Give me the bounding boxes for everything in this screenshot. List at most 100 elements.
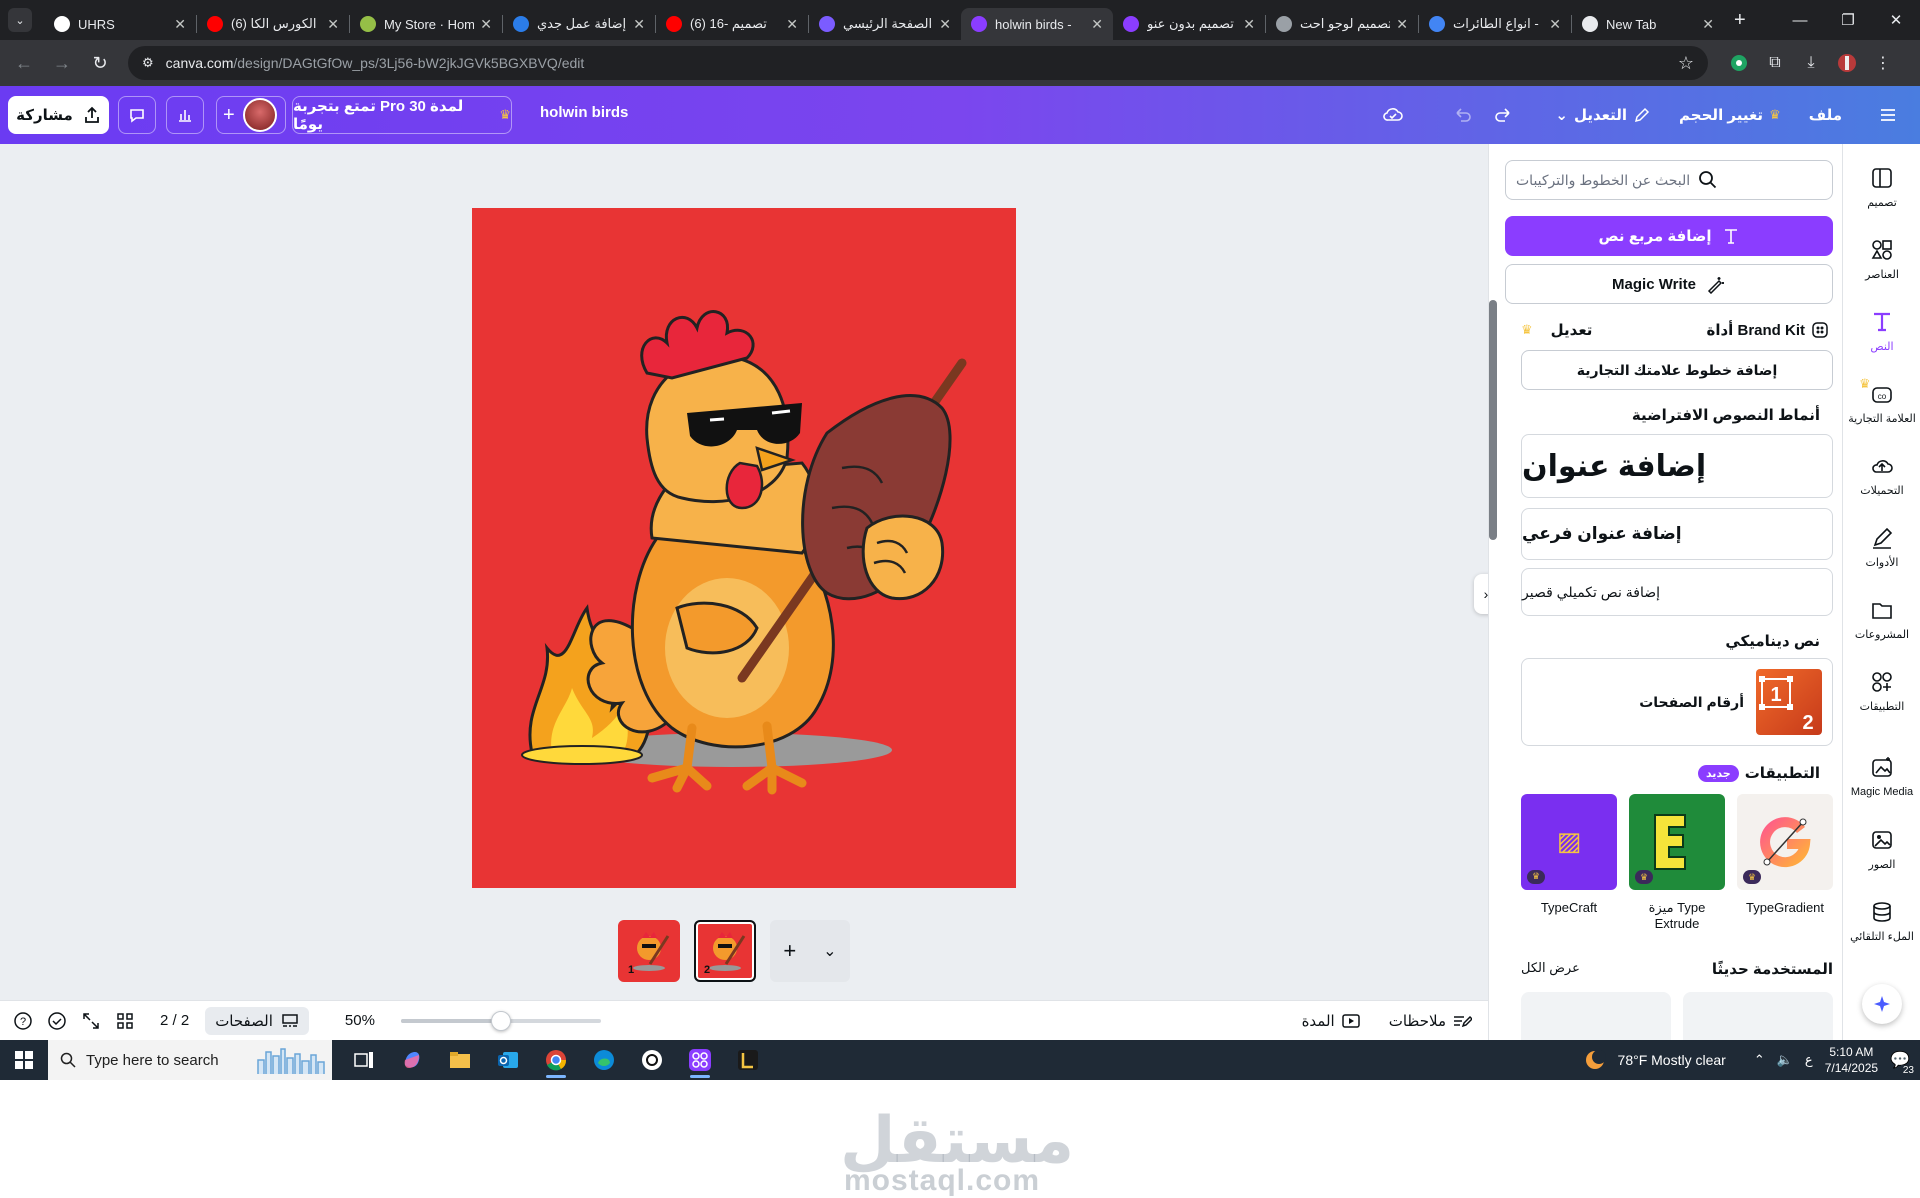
rooster-illustration[interactable] bbox=[472, 208, 1016, 888]
task-view-icon[interactable] bbox=[340, 1040, 388, 1080]
site-info-icon[interactable]: ⚙ bbox=[142, 55, 154, 71]
grid-view-icon[interactable] bbox=[114, 1010, 136, 1032]
insights-button[interactable] bbox=[166, 96, 204, 134]
file-explorer-icon[interactable] bbox=[436, 1040, 484, 1080]
rail-item[interactable]: الملء التلقائي bbox=[1843, 898, 1920, 943]
tab-close-icon[interactable]: ✕ bbox=[480, 16, 492, 33]
hamburger-menu-icon[interactable] bbox=[1868, 95, 1908, 135]
volume-icon[interactable]: 🔈 bbox=[1777, 1052, 1793, 1068]
cloud-saved-icon[interactable] bbox=[1373, 95, 1413, 135]
profile-avatar-icon[interactable] bbox=[1836, 52, 1858, 74]
add-brand-fonts-button[interactable]: إضافة خطوط علامتك التجارية bbox=[1521, 350, 1833, 390]
see-all-link[interactable]: عرض الكل bbox=[1521, 960, 1580, 978]
recent-card[interactable] bbox=[1521, 992, 1671, 1040]
taskbar-search-input[interactable]: Type here to search bbox=[48, 1040, 332, 1080]
resize-menu[interactable]: تغيير الحجم ♛ bbox=[1665, 106, 1795, 124]
outlook-icon[interactable] bbox=[484, 1040, 532, 1080]
add-heading-style[interactable]: إضافة عنوان bbox=[1521, 434, 1833, 498]
page-numbers-item[interactable]: أرقام الصفحات 12 bbox=[1521, 658, 1833, 746]
minimize-button[interactable]: — bbox=[1776, 0, 1824, 40]
rail-item[interactable]: تصميم bbox=[1843, 164, 1920, 209]
extensions-puzzle-icon[interactable]: ⧉ bbox=[1764, 52, 1786, 74]
app-type-extrude[interactable]: ♛ ميزة Type Extrude bbox=[1629, 794, 1725, 931]
tray-chevron-up-icon[interactable]: ⌃ bbox=[1754, 1052, 1765, 1068]
page-thumbnail[interactable]: 2 bbox=[694, 920, 756, 982]
browser-tab[interactable]: holwin birds - ✕ bbox=[961, 8, 1113, 40]
pro-trial-button[interactable]: تمتع بتجربة Pro لمدة 30 يومًا ♛ bbox=[292, 96, 512, 134]
new-tab-button[interactable]: + bbox=[1734, 9, 1746, 32]
browser-tab[interactable]: (6) الكورس الكا ✕ bbox=[197, 8, 349, 40]
weather-text[interactable]: 78°F Mostly clear bbox=[1618, 1052, 1726, 1068]
redo-icon[interactable] bbox=[1483, 95, 1523, 135]
undo-icon[interactable] bbox=[1443, 95, 1483, 135]
browser-tab[interactable]: My Store · Hom ✕ bbox=[350, 8, 502, 40]
tab-close-icon[interactable]: ✕ bbox=[1243, 16, 1255, 33]
duration-button[interactable]: المدة bbox=[1302, 1012, 1361, 1030]
tab-close-icon[interactable]: ✕ bbox=[1702, 16, 1714, 33]
rail-item[interactable]: ♛ co العلامة التجارية bbox=[1843, 376, 1920, 425]
browser-tab[interactable]: الصفحة الرئيسي ✕ bbox=[809, 8, 961, 40]
recent-card[interactable] bbox=[1683, 992, 1833, 1040]
check-circle-icon[interactable] bbox=[46, 1010, 68, 1032]
close-window-button[interactable]: ✕ bbox=[1872, 0, 1920, 40]
pages-button[interactable]: الصفحات bbox=[205, 1006, 309, 1035]
tab-close-icon[interactable]: ✕ bbox=[327, 16, 339, 33]
share-button[interactable]: مشاركة bbox=[8, 96, 109, 134]
edge-icon[interactable] bbox=[580, 1040, 628, 1080]
add-page-button[interactable]: + ⌄ bbox=[770, 920, 850, 982]
app-typecraft[interactable]: ▨ ♛ TypeCraft bbox=[1521, 794, 1617, 931]
browser-tab[interactable]: UHRS ✕ bbox=[44, 8, 196, 40]
tab-close-icon[interactable]: ✕ bbox=[633, 16, 645, 33]
rail-item[interactable]: التطبيقات bbox=[1843, 668, 1920, 713]
tab-close-icon[interactable]: ✕ bbox=[1091, 16, 1103, 33]
browser-tab[interactable]: تصميم بدون عنو ✕ bbox=[1113, 8, 1265, 40]
rail-item[interactable]: الأدوات bbox=[1843, 524, 1920, 569]
chrome-icon[interactable] bbox=[532, 1040, 580, 1080]
zoom-slider-handle[interactable] bbox=[490, 1010, 511, 1031]
tab-search-dropdown[interactable]: ⌄ bbox=[8, 8, 32, 32]
add-textbox-button[interactable]: إضافة مربع نص bbox=[1505, 216, 1833, 256]
notifications-icon[interactable]: 💬 23 bbox=[1890, 1050, 1916, 1076]
tab-close-icon[interactable]: ✕ bbox=[786, 16, 798, 33]
rail-item[interactable]: التحميلات bbox=[1843, 452, 1920, 497]
address-bar[interactable]: ⚙ canva.com/design/DAGtGfOw_ps/3Lj56-bW2… bbox=[128, 46, 1708, 80]
brand-kit-selector[interactable]: أداة Brand Kit bbox=[1706, 321, 1829, 339]
weather-icon[interactable] bbox=[1584, 1049, 1606, 1071]
rail-item[interactable]: المشروعات bbox=[1843, 596, 1920, 641]
browser-tab[interactable]: إضافة عمل جدي ✕ bbox=[503, 8, 655, 40]
chatgpt-icon[interactable] bbox=[628, 1040, 676, 1080]
browser-tab[interactable]: انواع الطائرات - ✕ bbox=[1419, 8, 1571, 40]
add-body-text-style[interactable]: إضافة نص تكميلي قصير bbox=[1521, 568, 1833, 616]
design-title[interactable]: holwin birds bbox=[540, 104, 628, 121]
tab-close-icon[interactable]: ✕ bbox=[1549, 16, 1561, 33]
tab-close-icon[interactable]: ✕ bbox=[939, 16, 951, 33]
windows-start-icon[interactable] bbox=[0, 1040, 48, 1080]
page-thumbnail[interactable]: 1 bbox=[618, 920, 680, 982]
rail-item[interactable]: العناصر bbox=[1843, 236, 1920, 281]
rail-item[interactable]: Magic Media bbox=[1843, 754, 1920, 798]
app-l-icon[interactable] bbox=[724, 1040, 772, 1080]
copilot-icon[interactable] bbox=[388, 1040, 436, 1080]
reload-button[interactable]: ↻ bbox=[84, 47, 116, 79]
file-menu[interactable]: ملف bbox=[1795, 106, 1856, 124]
back-button[interactable]: ← bbox=[8, 47, 40, 79]
comments-button[interactable] bbox=[118, 96, 156, 134]
tab-close-icon[interactable]: ✕ bbox=[174, 16, 186, 33]
edit-menu[interactable]: ⌄ التعديل bbox=[1541, 106, 1665, 124]
avatar[interactable] bbox=[242, 98, 277, 132]
notes-button[interactable]: ملاحظات bbox=[1389, 1012, 1472, 1030]
panel-scrollbar[interactable] bbox=[1489, 300, 1497, 540]
clock[interactable]: 5:10 AM 7/14/2025 bbox=[1825, 1044, 1878, 1076]
zoom-slider[interactable] bbox=[400, 1010, 601, 1031]
browser-tab[interactable]: (6) 16- تصميم ✕ bbox=[656, 8, 808, 40]
zoom-value[interactable]: 50% bbox=[345, 1012, 375, 1029]
help-circle-icon[interactable]: ? bbox=[12, 1010, 34, 1032]
rail-item[interactable]: النص bbox=[1843, 308, 1920, 353]
app-typegradient[interactable]: ♛ TypeGradient bbox=[1737, 794, 1833, 931]
magic-assistant-button[interactable] bbox=[1862, 984, 1902, 1024]
forward-button[interactable]: → bbox=[46, 47, 78, 79]
bookmark-star-icon[interactable]: ☆ bbox=[1678, 53, 1694, 74]
restore-button[interactable]: ❐ bbox=[1824, 0, 1872, 40]
tab-close-icon[interactable]: ✕ bbox=[1396, 16, 1408, 33]
font-search-input[interactable]: البحث عن الخطوط والتركيبات bbox=[1505, 160, 1833, 200]
